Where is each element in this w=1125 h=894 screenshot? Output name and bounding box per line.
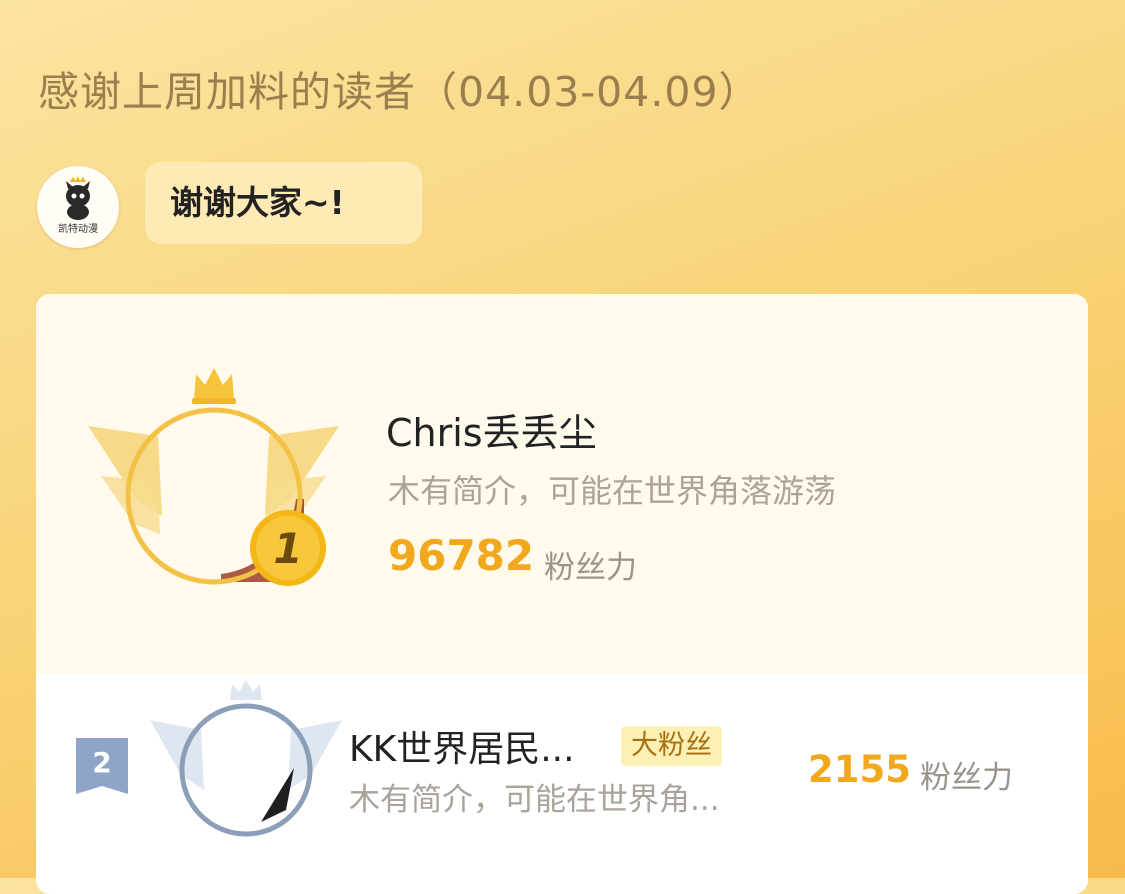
reader-name[interactable]: Chris丢丢尘 [386, 402, 597, 457]
page-title: 感谢上周加料的读者（04.03-04.09） [38, 68, 761, 116]
reader-bio: 木有简介，可能在世界角落游荡 [388, 472, 837, 510]
speech-bubble: 谢谢大家~! [145, 162, 422, 244]
fan-power-score: 2155 [808, 748, 911, 791]
svg-text:1: 1 [273, 524, 302, 573]
fan-power-label: 粉丝力 [920, 760, 1013, 796]
avatar-caption: 凯特动漫 [58, 224, 98, 235]
fan-level-tag: 大粉丝 [621, 726, 722, 766]
silver-avatar-frame[interactable] [146, 680, 346, 850]
reader-bio: 木有简介，可能在世界角... [349, 782, 720, 818]
rank-2-badge: 2 [76, 738, 128, 794]
fan-power-label: 粉丝力 [544, 550, 637, 586]
cat-logo-icon [66, 176, 90, 220]
ranking-card: 1 Chris丢丢尘 木有简介，可能在世界角落游荡 96782 粉丝力 2 KK… [36, 294, 1088, 894]
reader-name[interactable]: KK世界居民... [349, 720, 575, 772]
rank-1-medal-icon: 1 [250, 510, 326, 586]
rank-number: 2 [92, 746, 111, 779]
author-avatar[interactable]: 凯特动漫 [37, 166, 119, 248]
fan-power-score: 96782 [388, 531, 535, 580]
